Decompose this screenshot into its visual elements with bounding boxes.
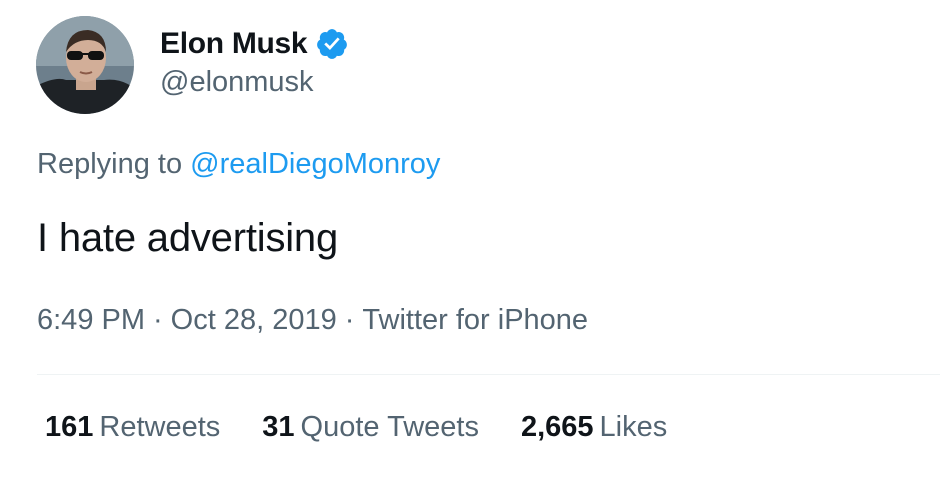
tweet-text: I hate advertising xyxy=(37,216,339,260)
meta-separator: · xyxy=(344,304,355,336)
quote-tweets-stat[interactable]: 31 Quote Tweets xyxy=(262,411,479,444)
author-display-name[interactable]: Elon Musk xyxy=(160,27,308,61)
replying-to-prefix: Replying to xyxy=(37,148,191,180)
tweet-card: Elon Musk @elonmusk Replying to @realDie… xyxy=(0,0,940,485)
reply-target-link[interactable]: @realDiegoMonroy xyxy=(190,148,440,180)
verified-badge-icon xyxy=(315,27,349,61)
meta-separator: · xyxy=(153,304,163,336)
tweet-time[interactable]: 6:49 PM xyxy=(37,304,145,336)
retweets-stat[interactable]: 161 Retweets xyxy=(45,411,220,444)
retweets-count: 161 xyxy=(45,411,94,443)
tweet-source[interactable]: Twitter for iPhone xyxy=(362,304,588,336)
divider xyxy=(37,374,940,375)
tweet-metadata: 6:49 PM · Oct 28, 2019 · Twitter for iPhone xyxy=(37,304,588,337)
likes-label: Likes xyxy=(599,411,668,443)
retweets-label: Retweets xyxy=(99,411,221,443)
quote-tweets-label: Quote Tweets xyxy=(300,411,479,443)
likes-stat[interactable]: 2,665 Likes xyxy=(521,411,667,444)
engagement-stats: 161 Retweets 31 Quote Tweets 2,665 Likes xyxy=(45,411,709,444)
author-avatar[interactable] xyxy=(36,16,134,114)
quote-tweets-count: 31 xyxy=(262,411,295,443)
tweet-date[interactable]: Oct 28, 2019 xyxy=(171,304,337,336)
author-handle[interactable]: @elonmusk xyxy=(160,66,314,99)
author-name-row: Elon Musk xyxy=(160,24,349,64)
profile-photo-icon xyxy=(36,16,134,114)
replying-to-line: Replying to @realDiegoMonroy xyxy=(37,148,440,181)
likes-count: 2,665 xyxy=(520,411,594,443)
